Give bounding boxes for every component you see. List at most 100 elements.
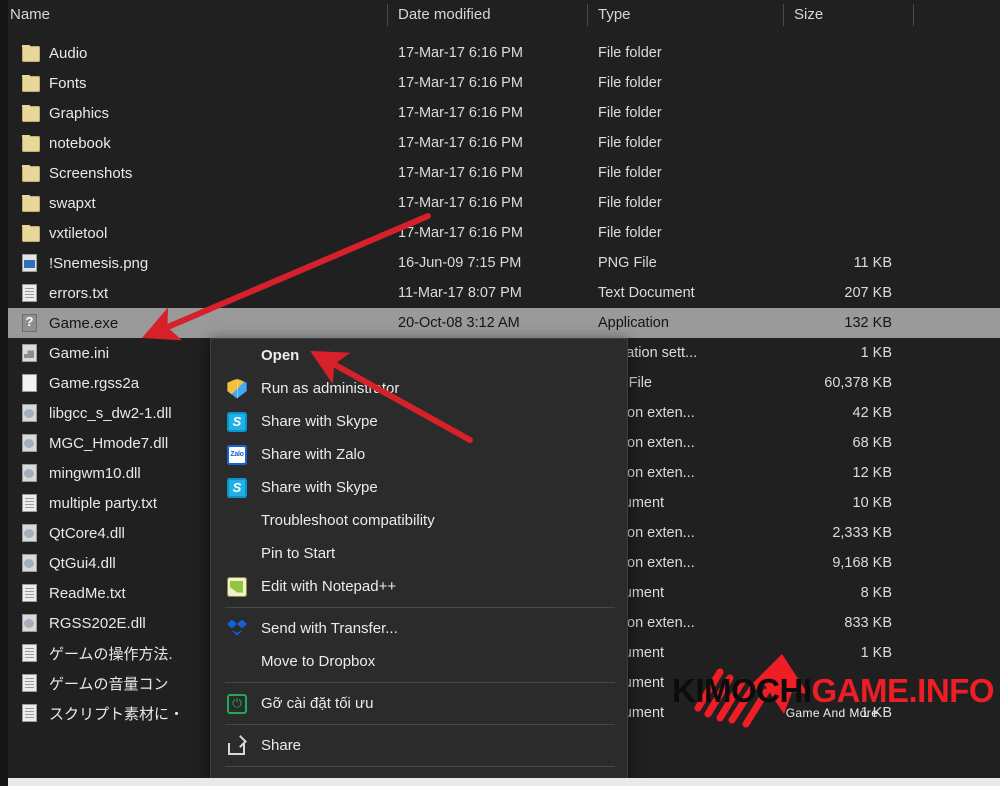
menu-item[interactable]: Edit with Notepad++ (211, 570, 627, 603)
window-bottom-edge (0, 778, 1000, 786)
menu-item[interactable]: Open (211, 339, 627, 372)
file-size-cell: 1 KB (860, 345, 892, 361)
folder-icon (22, 224, 40, 242)
file-type-cell: File folder (598, 195, 662, 211)
text-file-icon (22, 284, 37, 302)
table-row[interactable]: vxtiletool 17-Mar-17 6:16 PM File folder (0, 218, 1000, 248)
file-name-label: mingwm10.dll (49, 464, 141, 482)
file-name-cell[interactable]: Game.exe (0, 314, 388, 332)
table-row[interactable]: Screenshots 17-Mar-17 6:16 PM File folder (0, 158, 1000, 188)
file-size-cell: 12 KB (852, 465, 893, 481)
text-file-icon (22, 584, 37, 602)
file-name-label: ゲームの操作方法. (49, 645, 173, 663)
context-menu[interactable]: Open Run as administrator Share with Skype… (210, 338, 628, 786)
file-name-label: ゲームの音量コン (49, 675, 169, 693)
skype-icon (227, 477, 247, 498)
dll-file-icon (22, 554, 37, 572)
rgss-file-icon (22, 374, 37, 392)
file-name-cell[interactable]: !Snemesis.png (0, 254, 388, 272)
column-header-row: Name Date modified Type Size (0, 0, 1000, 30)
file-name-cell[interactable]: Screenshots (0, 164, 388, 182)
file-name-cell[interactable]: Audio (0, 44, 388, 62)
file-date-cell: 17-Mar-17 6:16 PM (398, 165, 523, 181)
menu-icon-placeholder (227, 544, 247, 564)
menu-item[interactable]: Share with Skype (211, 471, 627, 504)
menu-item-label: Send with Transfer... (261, 620, 398, 637)
file-name-label: Game.rgss2a (49, 374, 140, 392)
menu-item[interactable]: Move to Dropbox (211, 645, 627, 678)
column-header-date-modified[interactable]: Date modified (388, 0, 588, 30)
file-name-cell[interactable]: Fonts (0, 74, 388, 92)
file-type-cell: File folder (598, 75, 662, 91)
menu-separator (225, 724, 615, 725)
menu-item[interactable]: Share with Zalo (211, 438, 627, 471)
file-date-cell: 17-Mar-17 6:16 PM (398, 75, 523, 91)
table-row[interactable]: notebook 17-Mar-17 6:16 PM File folder (0, 128, 1000, 158)
file-date-cell: 17-Mar-17 6:16 PM (398, 195, 523, 211)
file-name-label: multiple party.txt (49, 494, 158, 512)
menu-item-label: Share with Skype (261, 413, 378, 430)
file-date-cell: 20-Oct-08 3:12 AM (398, 315, 520, 331)
column-header-name[interactable]: Name (0, 0, 388, 30)
file-name-cell[interactable]: swapxt (0, 194, 388, 212)
file-name-label: Game.ini (49, 344, 110, 362)
menu-icon-placeholder (227, 346, 247, 366)
menu-item[interactable]: Gỡ cài đặt tối ưu (211, 687, 627, 720)
table-row[interactable]: Audio 17-Mar-17 6:16 PM File folder (0, 38, 1000, 68)
png-file-icon (22, 254, 37, 272)
folder-icon (22, 134, 40, 152)
column-header-type[interactable]: Type (588, 0, 784, 30)
menu-item-label: Pin to Start (261, 545, 336, 562)
text-file-icon (22, 494, 37, 512)
file-date-cell: 17-Mar-17 6:16 PM (398, 225, 523, 241)
menu-item[interactable]: Share (211, 729, 627, 762)
file-name-label: swapxt (49, 194, 96, 212)
power-icon (227, 694, 247, 714)
table-row[interactable]: Fonts 17-Mar-17 6:16 PM File folder (0, 68, 1000, 98)
file-type-cell: PNG File (598, 255, 657, 271)
file-name-label: Fonts (49, 74, 87, 92)
file-type-cell: File folder (598, 105, 662, 121)
dll-file-icon (22, 614, 37, 632)
menu-item-label: Open (261, 347, 300, 364)
file-type-cell: Application (598, 315, 669, 331)
table-row[interactable]: Graphics 17-Mar-17 6:16 PM File folder (0, 98, 1000, 128)
file-type-cell: File folder (598, 45, 662, 61)
file-size-cell: 10 KB (852, 495, 893, 511)
table-row[interactable]: errors.txt 11-Mar-17 8:07 PM Text Document… (0, 278, 1000, 308)
notepadpp-icon (227, 576, 247, 597)
dll-file-icon (22, 464, 37, 482)
folder-icon (22, 104, 40, 122)
file-type-cell: File folder (598, 165, 662, 181)
text-file-icon (22, 674, 37, 692)
skype-icon (227, 411, 247, 432)
file-name-cell[interactable]: errors.txt (0, 284, 388, 302)
menu-item[interactable]: Pin to Start (211, 537, 627, 570)
table-row[interactable]: swapxt 17-Mar-17 6:16 PM File folder (0, 188, 1000, 218)
file-name-cell[interactable]: vxtiletool (0, 224, 388, 242)
file-name-label: QtGui4.dll (49, 554, 116, 572)
menu-item[interactable]: Share with Skype (211, 405, 627, 438)
file-size-cell: 207 KB (844, 285, 892, 301)
table-row[interactable]: !Snemesis.png 16-Jun-09 7:15 PM PNG File 11… (0, 248, 1000, 278)
table-row[interactable]: Game.exe 20-Oct-08 3:12 AM Application 132 … (0, 308, 1000, 338)
menu-item-label: Run as administrator (261, 380, 400, 397)
file-name-label: !Snemesis.png (49, 254, 149, 272)
file-name-label: RGSS202E.dll (49, 614, 146, 632)
file-name-cell[interactable]: Graphics (0, 104, 388, 122)
file-name-label: QtCore4.dll (49, 524, 125, 542)
file-size-cell: 8 KB (860, 585, 892, 601)
file-name-cell[interactable]: notebook (0, 134, 388, 152)
menu-item[interactable]: Send with Transfer... (211, 612, 627, 645)
file-name-label: notebook (49, 134, 111, 152)
menu-item[interactable]: Run as administrator (211, 372, 627, 405)
menu-item-label: Troubleshoot compatibility (261, 512, 435, 529)
window-left-edge (0, 0, 8, 786)
dll-file-icon (22, 524, 37, 542)
file-name-label: Game.exe (49, 314, 119, 332)
menu-item[interactable]: Troubleshoot compatibility (211, 504, 627, 537)
menu-separator (225, 682, 615, 683)
file-name-label: Audio (49, 44, 88, 62)
column-header-size[interactable]: Size (784, 0, 914, 30)
file-type-cell: File folder (598, 135, 662, 151)
